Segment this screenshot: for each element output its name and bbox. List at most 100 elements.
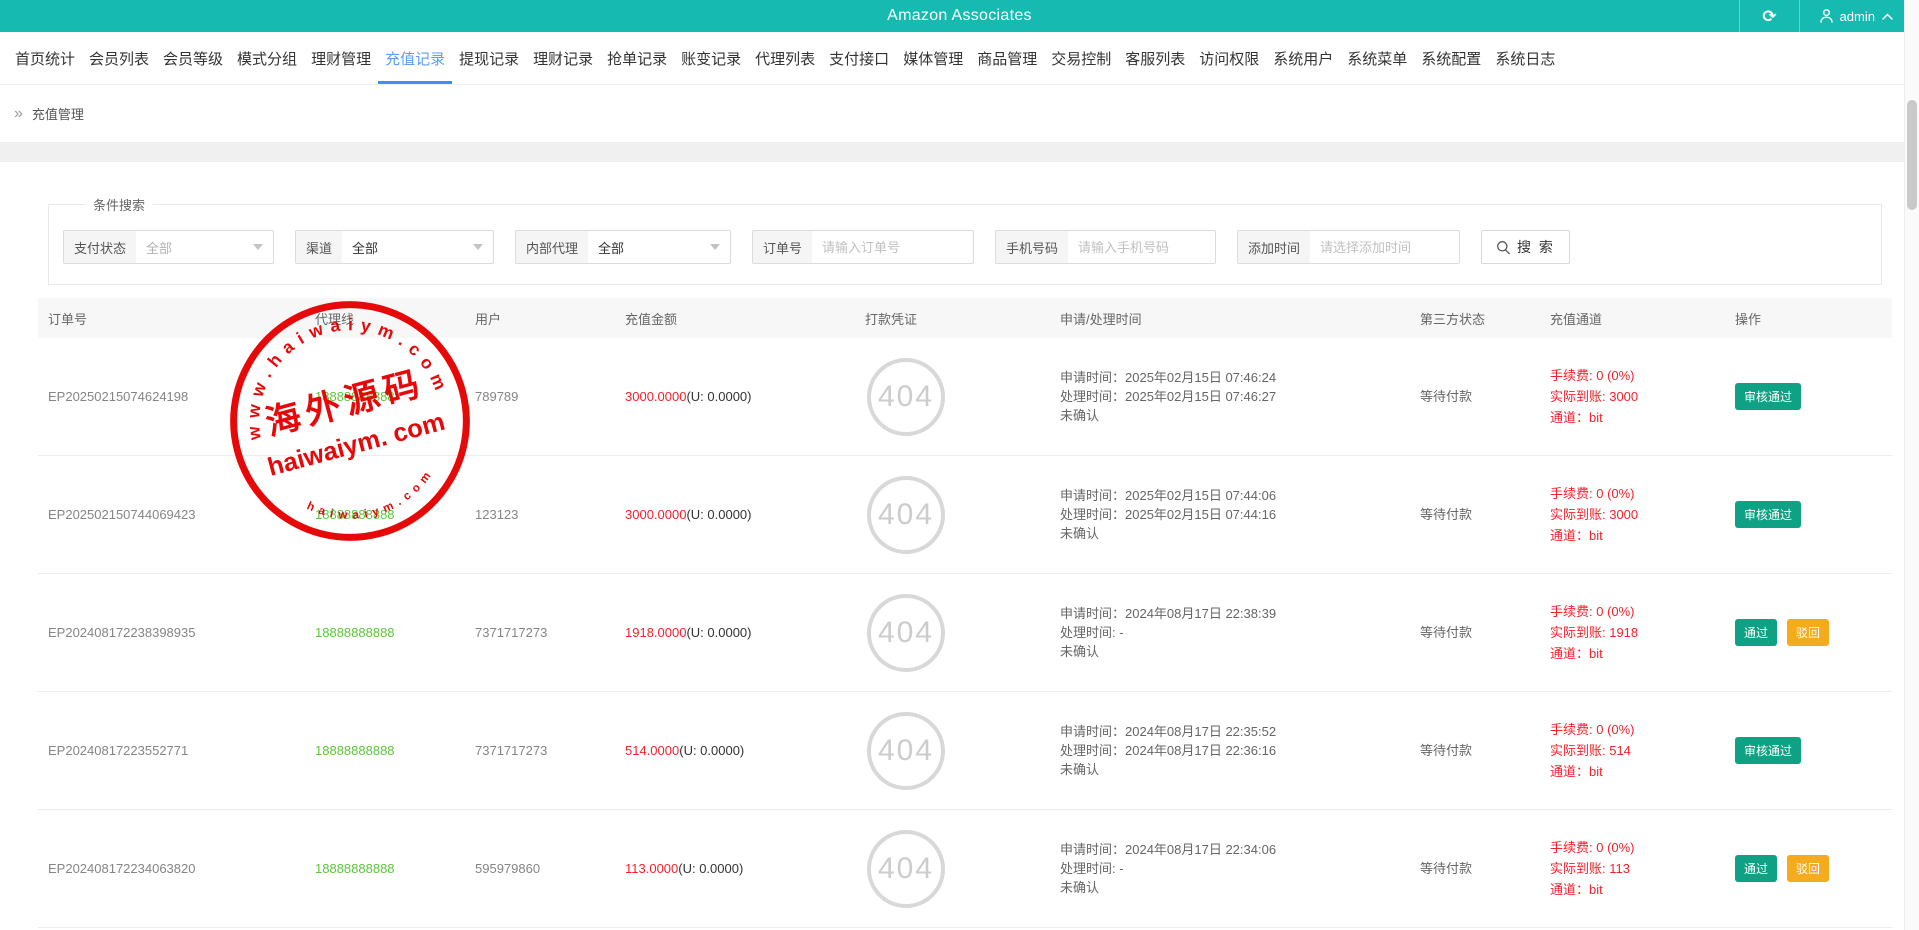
status-cell: 等待付款: [1410, 505, 1540, 524]
channel-line-0: 手续费: 0 (0%): [1550, 719, 1725, 740]
approve-button[interactable]: 审核通过: [1735, 501, 1801, 528]
internal-agent-label: 内部代理: [516, 231, 588, 263]
channel-select[interactable]: 渠道 全部: [295, 230, 494, 264]
nav-tab-20[interactable]: 系统日志: [1488, 35, 1562, 84]
approve-button[interactable]: 审核通过: [1735, 737, 1801, 764]
user-menu[interactable]: admin: [1799, 0, 1919, 32]
pay-status-label: 支付状态: [64, 231, 136, 263]
search-button[interactable]: 搜 索: [1481, 230, 1570, 264]
channel-line-1: 实际到账: 514: [1550, 740, 1725, 761]
nav-tab-4[interactable]: 理财管理: [304, 35, 378, 84]
proof-cell: 404: [855, 594, 1050, 672]
vertical-scrollbar[interactable]: [1904, 0, 1919, 930]
pass-button[interactable]: 通过: [1735, 619, 1777, 646]
nav-tab-19[interactable]: 系统配置: [1414, 35, 1488, 84]
search-row: 支付状态 全部 渠道 全部 内部代理 全部 订单号 手机号码: [63, 230, 1867, 264]
refresh-button[interactable]: ⟳: [1739, 0, 1798, 32]
agent-cell: 18888888888: [305, 389, 465, 404]
search-icon: [1496, 240, 1511, 255]
amount-usdt: (U: 0.0000): [679, 743, 744, 758]
proof-404-image[interactable]: 404: [867, 594, 945, 672]
agent-cell: 18888888888: [305, 625, 465, 640]
nav-tab-5[interactable]: 充值记录: [378, 35, 452, 84]
approve-button[interactable]: 审核通过: [1735, 383, 1801, 410]
proof-404-image[interactable]: 404: [867, 358, 945, 436]
nav-tab-14[interactable]: 交易控制: [1044, 35, 1118, 84]
nav-tab-3[interactable]: 模式分组: [230, 35, 304, 84]
status-cell: 等待付款: [1410, 741, 1540, 760]
amount-value: 514.0000: [625, 743, 679, 758]
internal-agent-value[interactable]: 全部: [588, 231, 710, 263]
proof-404-image[interactable]: 404: [867, 830, 945, 908]
user-cell: 7371717273: [465, 743, 615, 758]
caret-down-icon: [710, 244, 720, 250]
nav-tab-17[interactable]: 系统用户: [1266, 35, 1340, 84]
nav-tab-2[interactable]: 会员等级: [156, 35, 230, 84]
actions-cell: 审核通过: [1725, 737, 1892, 764]
time-cell: 申请时间：2024年08月17日 22:34:06处理时间: -未确认: [1050, 840, 1410, 897]
time-cell: 申请时间：2024年08月17日 22:38:39处理时间: -未确认: [1050, 604, 1410, 661]
nav-tab-6[interactable]: 提现记录: [452, 35, 526, 84]
time-line-2: 未确认: [1060, 760, 1410, 779]
proof-404-image[interactable]: 404: [867, 712, 945, 790]
order-no-input[interactable]: [812, 231, 973, 263]
nav-tab-16[interactable]: 访问权限: [1192, 35, 1266, 84]
phone-label: 手机号码: [996, 231, 1068, 263]
time-line-1: 处理时间：2025年02月15日 07:46:27: [1060, 387, 1410, 406]
channel-value[interactable]: 全部: [342, 231, 473, 263]
channel-cell: 手续费: 0 (0%)实际到账: 3000通道：bit: [1540, 365, 1725, 428]
time-line-1: 处理时间: -: [1060, 623, 1410, 642]
channel-line-1: 实际到账: 1918: [1550, 622, 1725, 643]
pay-status-value[interactable]: 全部: [136, 231, 253, 263]
caret-down-icon: [253, 244, 263, 250]
actions-cell: 审核通过: [1725, 383, 1892, 410]
nav-tab-11[interactable]: 支付接口: [822, 35, 896, 84]
nav-tab-13[interactable]: 商品管理: [970, 35, 1044, 84]
search-legend: 条件搜索: [85, 195, 153, 214]
pass-button[interactable]: 通过: [1735, 855, 1777, 882]
proof-cell: 404: [855, 358, 1050, 436]
third-party-status: 等待付款: [1420, 389, 1472, 404]
amount-cell: 1918.0000(U: 0.0000): [615, 625, 855, 640]
pay-status-select[interactable]: 支付状态 全部: [63, 230, 274, 264]
column-header-5: 申请/处理时间: [1050, 309, 1410, 328]
column-header-7: 充值通道: [1540, 309, 1725, 328]
user-cell: 123123: [465, 507, 615, 522]
proof-cell: 404: [855, 712, 1050, 790]
nav-tab-18[interactable]: 系统菜单: [1340, 35, 1414, 84]
add-time-input[interactable]: [1310, 231, 1459, 263]
third-party-status: 等待付款: [1420, 625, 1472, 640]
reject-button[interactable]: 驳回: [1787, 855, 1829, 882]
nav-tab-9[interactable]: 账变记录: [674, 35, 748, 84]
agent-cell: 18888888888: [305, 743, 465, 758]
time-line-0: 申请时间：2024年08月17日 22:34:06: [1060, 840, 1410, 859]
nav-tab-15[interactable]: 客服列表: [1118, 35, 1192, 84]
nav-tab-0[interactable]: 首页统计: [8, 35, 82, 84]
reject-button[interactable]: 驳回: [1787, 619, 1829, 646]
user-cell: 7371717273: [465, 625, 615, 640]
channel-line-0: 手续费: 0 (0%): [1550, 483, 1725, 504]
proof-404-image[interactable]: 404: [867, 476, 945, 554]
phone-input[interactable]: [1068, 231, 1215, 263]
channel-line-0: 手续费: 0 (0%): [1550, 365, 1725, 386]
time-cell: 申请时间：2025年02月15日 07:46:24处理时间：2025年02月15…: [1050, 368, 1410, 425]
nav-tab-8[interactable]: 抢单记录: [600, 35, 674, 84]
column-header-3: 充值金额: [615, 309, 855, 328]
third-party-status: 等待付款: [1420, 743, 1472, 758]
internal-agent-select[interactable]: 内部代理 全部: [515, 230, 731, 264]
agent-cell: 18888888888: [305, 507, 465, 522]
amount-cell: 3000.0000(U: 0.0000): [615, 389, 855, 404]
nav-tab-1[interactable]: 会员列表: [82, 35, 156, 84]
nav-tab-12[interactable]: 媒体管理: [896, 35, 970, 84]
amount-value: 113.0000: [625, 861, 678, 876]
table-header: 订单号代理线用户充值金额打款凭证申请/处理时间第三方状态充值通道操作: [38, 298, 1892, 338]
table-row: EP20240817223552771188888888887371717273…: [38, 692, 1892, 810]
column-header-6: 第三方状态: [1410, 309, 1540, 328]
content: 条件搜索 支付状态 全部 渠道 全部 内部代理 全部 订单号: [0, 162, 1919, 928]
time-line-2: 未确认: [1060, 642, 1410, 661]
nav-tab-7[interactable]: 理财记录: [526, 35, 600, 84]
column-header-8: 操作: [1725, 309, 1892, 328]
amount-value: 1918.0000: [625, 625, 686, 640]
scrollbar-thumb[interactable]: [1907, 100, 1917, 210]
nav-tab-10[interactable]: 代理列表: [748, 35, 822, 84]
